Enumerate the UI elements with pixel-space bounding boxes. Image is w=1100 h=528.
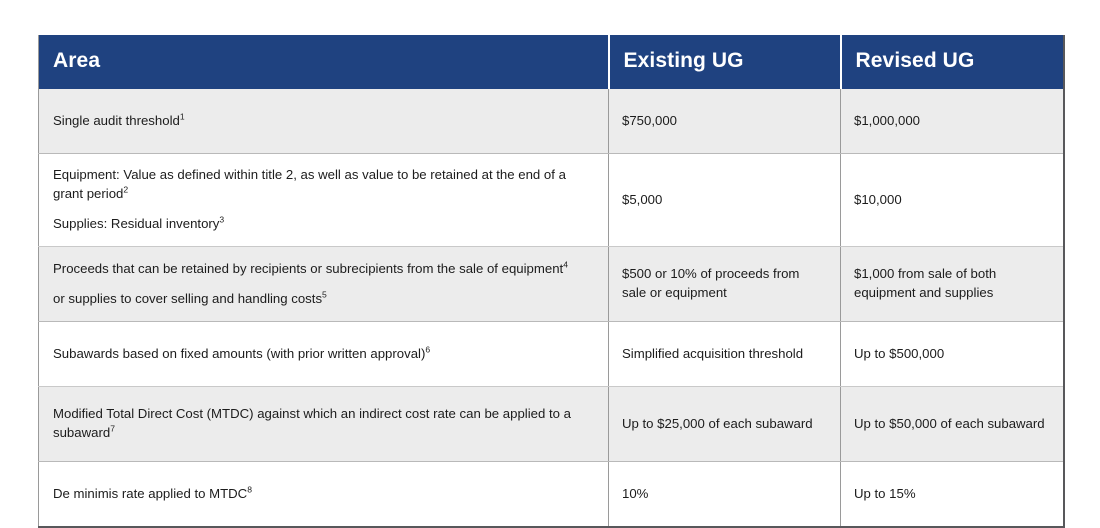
table-row: De minimis rate applied to MTDC8 10% Up to… bbox=[38, 461, 1064, 527]
cell-revised-ug: $1,000 from sale of both equipment and s… bbox=[840, 246, 1064, 322]
footnote-marker: 3 bbox=[219, 214, 225, 225]
uniform-guidance-comparison-table: Area Existing UG Revised UG Single audit… bbox=[38, 35, 1065, 528]
table-header-row: Area Existing UG Revised UG bbox=[38, 35, 1064, 89]
cell-area: Single audit threshold1 bbox=[38, 89, 609, 154]
column-header-revised-ug: Revised UG bbox=[839, 35, 1064, 89]
area-paragraph: Equipment: Value as defined within title… bbox=[53, 167, 566, 202]
footnote-marker: 6 bbox=[425, 344, 431, 355]
cell-area: Subawards based on fixed amounts (with p… bbox=[38, 321, 609, 387]
area-paragraph: or supplies to cover selling and handlin… bbox=[53, 289, 327, 306]
cell-revised-ug: Up to $500,000 bbox=[840, 321, 1064, 387]
table-row: Proceeds that can be retained by recipie… bbox=[38, 246, 1064, 322]
cell-existing-ug: 10% bbox=[608, 461, 841, 527]
cell-area: Equipment: Value as defined within title… bbox=[38, 153, 609, 247]
cell-existing-ug: Up to $25,000 of each subaward bbox=[608, 386, 841, 462]
page-root: Area Existing UG Revised UG Single audit… bbox=[0, 0, 1100, 528]
cell-existing-ug: Simplified acquisition threshold bbox=[608, 321, 841, 387]
footnote-marker: 2 bbox=[123, 184, 129, 195]
comparison-table-container: Area Existing UG Revised UG Single audit… bbox=[38, 35, 1065, 528]
table-header: Area Existing UG Revised UG bbox=[38, 35, 1064, 89]
table-row: Modified Total Direct Cost (MTDC) agains… bbox=[38, 386, 1064, 462]
area-paragraph: Modified Total Direct Cost (MTDC) agains… bbox=[53, 406, 571, 440]
footnote-marker: 5 bbox=[322, 289, 327, 300]
cell-existing-ug: $750,000 bbox=[608, 89, 841, 154]
table-row: Single audit threshold1 $750,000 $1,000,00… bbox=[38, 89, 1064, 154]
area-paragraph: Proceeds that can be retained by recipie… bbox=[53, 259, 568, 276]
column-header-area: Area bbox=[38, 35, 609, 89]
footnote-marker: 7 bbox=[110, 423, 115, 434]
cell-existing-ug: $5,000 bbox=[608, 153, 841, 247]
cell-area: De minimis rate applied to MTDC8 bbox=[38, 461, 609, 527]
footnote-marker: 1 bbox=[179, 111, 185, 122]
cell-revised-ug: Up to $50,000 of each subaward bbox=[840, 386, 1064, 462]
cell-revised-ug: $10,000 bbox=[840, 153, 1064, 247]
cell-revised-ug: Up to 15% bbox=[840, 461, 1064, 527]
area-paragraph: De minimis rate applied to MTDC8 bbox=[53, 484, 252, 501]
cell-existing-ug: $500 or 10% of proceeds from sale or equ… bbox=[608, 246, 841, 322]
area-paragraph: Subawards based on fixed amounts (with p… bbox=[53, 344, 431, 361]
area-paragraph: Single audit threshold1 bbox=[53, 111, 185, 128]
column-header-existing-ug: Existing UG bbox=[607, 35, 841, 89]
footnote-marker: 8 bbox=[247, 484, 252, 495]
table-row: Subawards based on fixed amounts (with p… bbox=[38, 321, 1064, 387]
table-row: Equipment: Value as defined within title… bbox=[38, 153, 1064, 247]
cell-revised-ug: $1,000,000 bbox=[840, 89, 1064, 154]
cell-area: Modified Total Direct Cost (MTDC) agains… bbox=[38, 386, 609, 462]
footnote-marker: 4 bbox=[563, 259, 568, 270]
table-body: Single audit threshold1 $750,000 $1,000,00… bbox=[38, 89, 1064, 527]
area-paragraph: Supplies: Residual inventory3 bbox=[53, 214, 225, 231]
cell-area: Proceeds that can be retained by recipie… bbox=[38, 246, 609, 322]
